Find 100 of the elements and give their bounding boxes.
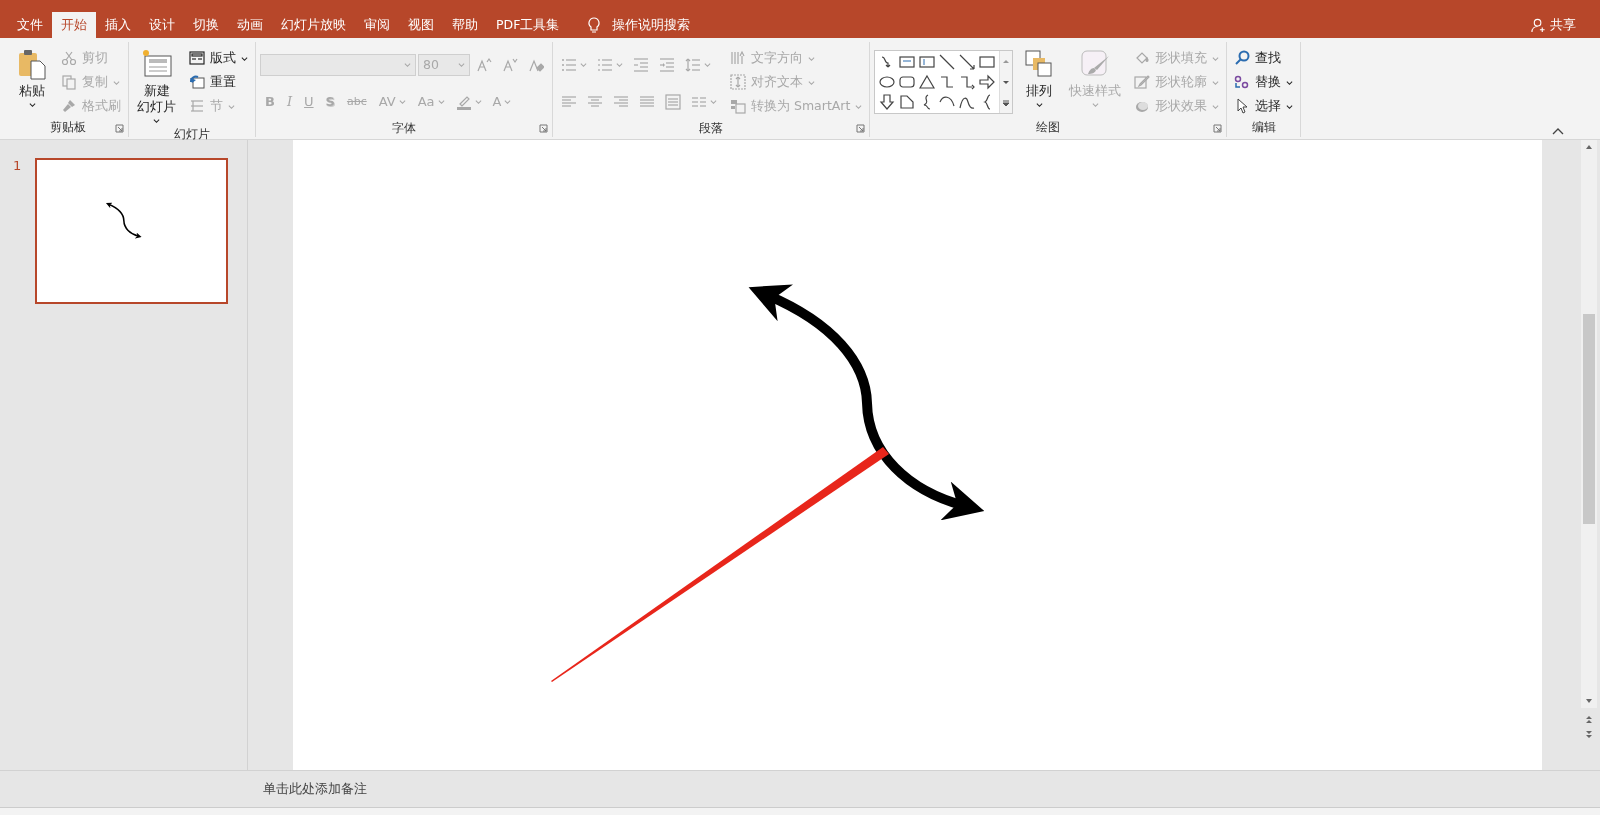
dialog-launcher-icon[interactable] [539,124,548,133]
ribbon-tab[interactable]: 视图 [399,12,443,38]
align-left-icon [561,93,577,110]
scrollbar-thumb[interactable] [1583,314,1595,524]
replace-button[interactable]: 替换 [1231,70,1297,94]
caret-icon [1286,78,1294,86]
scroll-down-icon[interactable] [1002,78,1011,86]
caret-icon [1091,101,1099,108]
dialog-launcher-icon[interactable] [115,124,124,133]
group-label: 剪贴板 [50,119,86,136]
indent-icon [659,56,675,73]
caret-icon [710,98,717,105]
caret-icon [704,61,711,68]
caret-icon [1035,101,1043,108]
scroll-up-icon[interactable] [1002,57,1011,66]
paste-button[interactable]: 粘贴 [12,46,52,118]
caret-icon [580,61,587,68]
smartart-icon [730,98,746,114]
caret-icon [458,61,465,68]
more-icon[interactable] [1002,98,1011,107]
caret-icon [113,78,120,86]
slide-thumbnail[interactable] [35,158,229,304]
ribbon-tab[interactable]: 动画 [228,12,272,38]
ribbon-tab[interactable]: 审阅 [355,12,399,38]
next-slide-icon[interactable] [1584,730,1594,740]
shapes-gallery[interactable] [874,50,1014,114]
shape-icon[interactable] [899,94,916,110]
caret-icon [153,117,160,124]
shape-icon[interactable] [879,74,896,90]
caret-icon [228,102,235,110]
scissors-icon [61,50,77,66]
grow-font-icon [476,56,492,73]
shape-icon[interactable] [919,74,936,90]
caret-icon [504,98,512,105]
lightbulb-icon [586,16,603,34]
ribbon-tab[interactable]: 开始 [52,12,96,38]
new-slide-button[interactable]: 新建 幻灯片 [133,46,180,126]
caret-icon [241,54,248,62]
justify-icon [639,93,655,110]
brush-icon [61,98,77,114]
curved-double-arrow[interactable] [748,285,985,520]
caret-icon [808,78,815,86]
previous-slide-icon[interactable] [1584,714,1594,724]
caret-icon [28,101,36,108]
dialog-launcher-icon[interactable] [856,124,866,133]
arrange-button[interactable]: 排列 [1019,46,1060,118]
shape-icon[interactable] [959,54,976,70]
ribbon-tab[interactable]: PDF工具集 [487,12,569,38]
person-add-icon [1531,17,1546,33]
outdent-icon [633,56,649,73]
dialog-launcher-icon[interactable] [1213,124,1223,133]
caret-icon [1212,102,1220,110]
select-button[interactable]: 选择 [1231,94,1297,118]
ribbon-tab[interactable]: 幻灯片放映 [272,12,355,38]
group-label: 段落 [699,120,724,137]
align-center-icon [587,93,603,110]
text-direction-icon [730,50,746,66]
search-icon [1234,50,1251,66]
group-label: 绘图 [1036,119,1061,136]
section-icon [189,98,205,114]
caret-icon [616,61,623,68]
caret-icon [1212,54,1220,62]
layout-button[interactable]: 版式 [186,46,251,70]
group-label: 幻灯片 [174,126,210,143]
reset-icon [189,74,205,90]
line-spacing-icon [685,56,701,73]
shape-icon[interactable] [879,94,896,110]
ribbon-tab[interactable]: 切换 [184,12,228,38]
ribbon-tab[interactable]: 设计 [140,12,184,38]
collapse-ribbon-icon[interactable] [1552,127,1564,135]
ribbon-tab[interactable]: 文件 [8,12,52,38]
find-button[interactable]: 查找 [1231,46,1297,70]
bullet-list-icon [561,56,577,73]
distributed-icon [665,93,681,110]
paint-bucket-icon [1134,50,1151,66]
ribbon-tab[interactable]: 插入 [96,12,140,38]
shape-icon[interactable] [959,74,976,90]
caret-icon [1286,102,1294,110]
notes-field[interactable]: 单击此处添加备注 [263,780,367,798]
shape-icon[interactable] [979,74,996,90]
clipboard-icon [16,48,48,80]
shrink-font-icon [502,56,518,73]
replace-icon [1234,74,1251,90]
tell-me-field[interactable]: 操作说明搜索 [612,16,691,34]
reset-button[interactable]: 重置 [186,70,251,94]
caret-icon [437,98,445,105]
align-right-icon [613,93,629,110]
layout-icon [189,50,205,66]
caret-icon [855,102,863,110]
shape-icon[interactable] [899,74,916,90]
pencil-icon [1134,74,1151,90]
copy-icon [61,74,77,90]
ribbon-tab[interactable]: 帮助 [443,12,487,38]
caret-icon [398,98,406,105]
shape-icon[interactable] [939,54,956,70]
curved-arrow [106,202,142,239]
align-text-icon [730,74,746,90]
new-slide-icon [140,48,173,80]
caret-icon [808,54,815,62]
share-button[interactable]: 共享 [1525,12,1582,38]
